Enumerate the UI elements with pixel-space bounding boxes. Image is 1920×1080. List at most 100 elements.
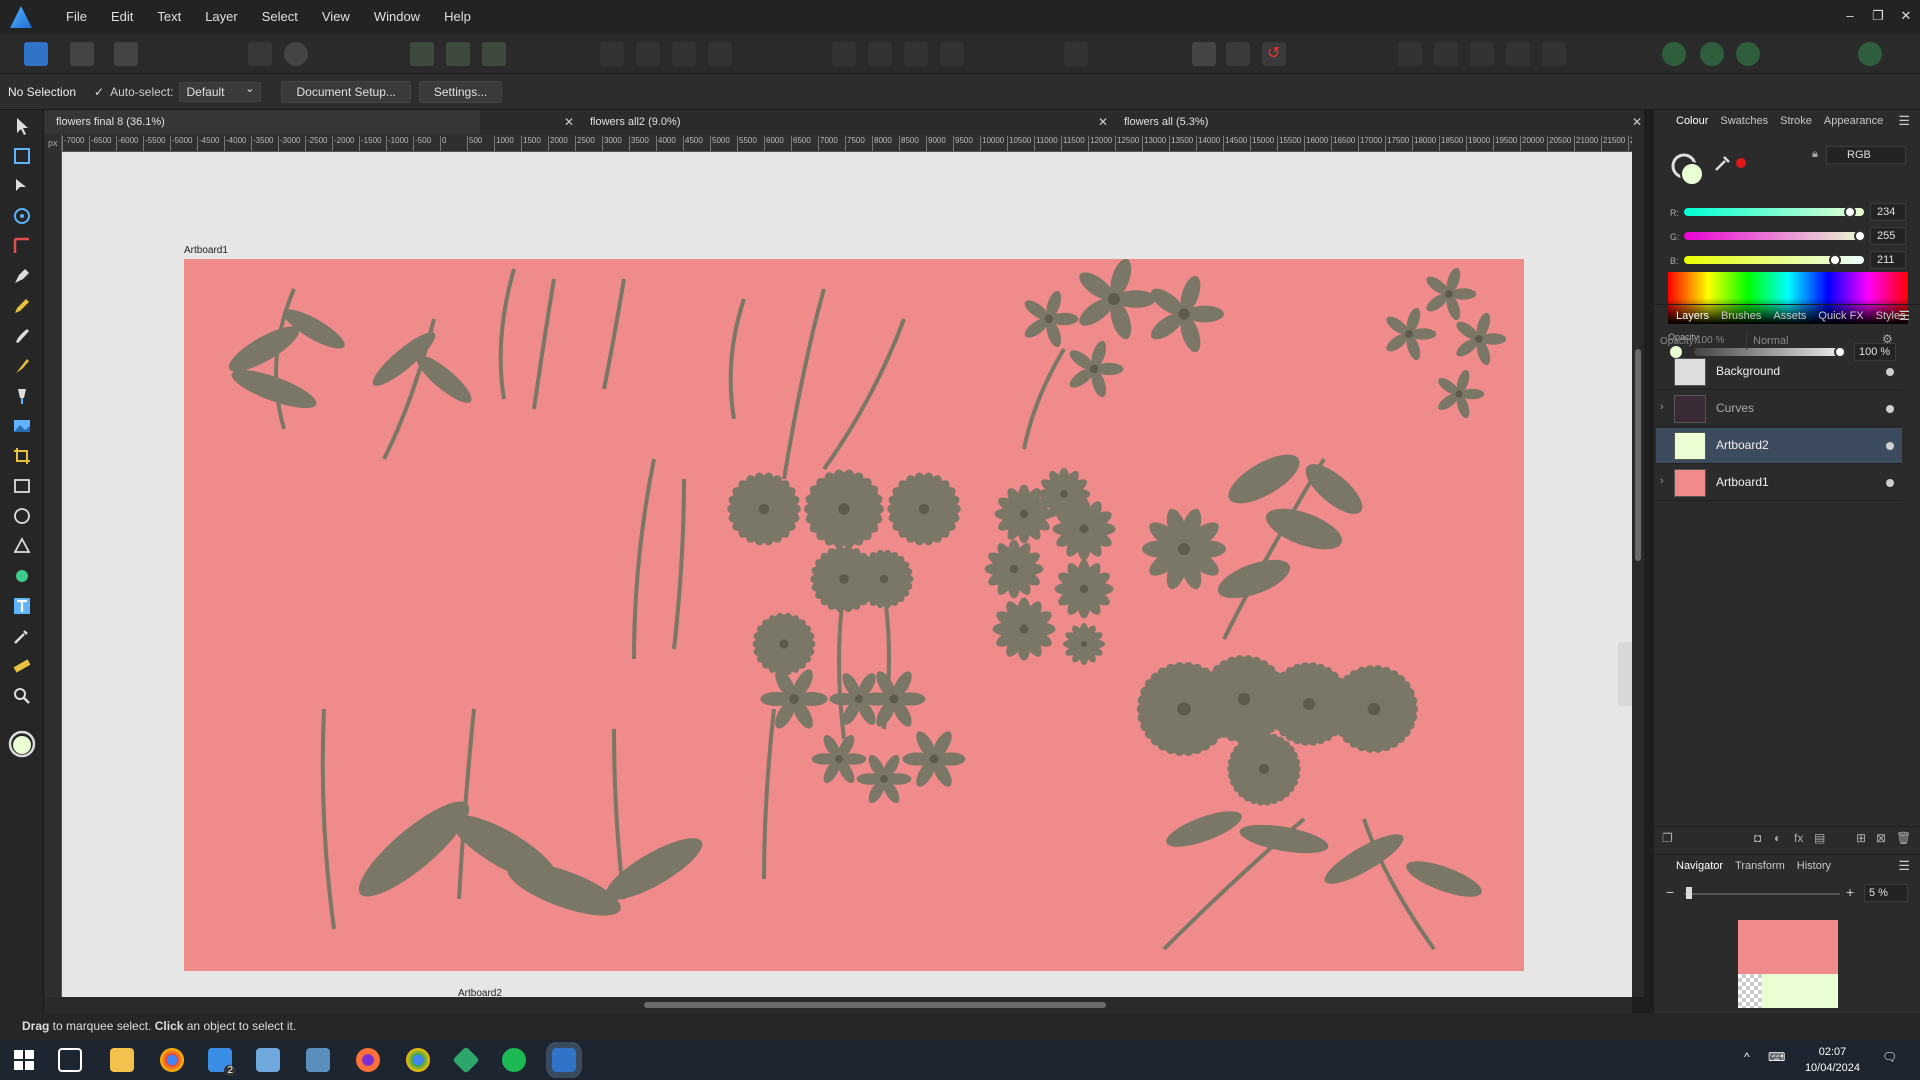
assistant-icon[interactable] <box>1662 42 1686 66</box>
flower[interactable] <box>1384 306 1437 361</box>
colour-mode-select[interactable]: RGB <box>1826 146 1906 164</box>
flower-stem[interactable] <box>602 278 626 390</box>
flower[interactable] <box>752 612 816 676</box>
align-left-icon[interactable] <box>832 42 856 66</box>
expand-icon[interactable]: › <box>1660 401 1664 413</box>
minimize-button[interactable]: – <box>1836 0 1864 34</box>
flower[interactable] <box>1226 732 1301 807</box>
flower[interactable] <box>1067 339 1124 399</box>
image-tool-icon[interactable] <box>12 416 32 436</box>
flower[interactable] <box>1329 664 1419 754</box>
file-explorer-icon[interactable] <box>110 1048 134 1072</box>
b-value-field[interactable]: 211 <box>1870 251 1906 269</box>
tab-colour[interactable]: Colour <box>1676 115 1708 127</box>
restore-button[interactable]: ❐ <box>1864 0 1892 34</box>
flower-stem[interactable] <box>672 478 686 650</box>
tab-layers[interactable]: Layers <box>1676 310 1709 322</box>
align-top-icon[interactable] <box>940 42 964 66</box>
document-menu-icon[interactable] <box>248 42 272 66</box>
layers-pages-icon[interactable]: ❐ <box>1662 831 1673 845</box>
flower[interactable] <box>1454 311 1507 366</box>
vector-brush-tool-icon[interactable] <box>12 326 32 346</box>
visibility-icon[interactable] <box>1886 479 1894 487</box>
flower-illustrations[interactable] <box>184 258 1524 971</box>
tab-brushes[interactable]: Brushes <box>1721 310 1761 322</box>
zoom-slider[interactable] <box>1684 887 1840 899</box>
layer-artboard2[interactable]: Artboard2 <box>1656 428 1902 464</box>
tab-stroke[interactable]: Stroke <box>1780 115 1812 127</box>
arrange-back-icon[interactable] <box>636 42 660 66</box>
flower[interactable] <box>1054 559 1114 619</box>
menu-edit[interactable]: Edit <box>99 0 145 34</box>
panel-menu-icon[interactable]: ☰ <box>1898 308 1910 324</box>
isolate-icon[interactable] <box>446 42 470 66</box>
text-tool-icon[interactable] <box>12 596 32 616</box>
leaf[interactable] <box>1162 804 1245 854</box>
tab-assets[interactable]: Assets <box>1773 310 1806 322</box>
boolean-subtract-icon[interactable] <box>1434 42 1458 66</box>
move-tool-icon[interactable] <box>12 116 32 136</box>
zoom-out-icon[interactable]: − <box>1666 884 1674 900</box>
flower[interactable] <box>1424 266 1477 321</box>
point-transform-tool-icon[interactable] <box>12 206 32 226</box>
zoom-tool-icon[interactable] <box>12 686 32 706</box>
lock-icon[interactable]: 🔒︎ <box>1812 148 1818 161</box>
pen-tool-icon[interactable] <box>12 266 32 286</box>
close-icon[interactable]: ✕ <box>1098 110 1108 134</box>
flower[interactable] <box>887 472 962 547</box>
auto-select-checkbox[interactable]: ✓ <box>94 85 104 99</box>
shape-tool-icon[interactable] <box>12 566 32 586</box>
preferences-icon[interactable] <box>1700 42 1724 66</box>
canvas[interactable]: Artboard1 Artboard2 <box>62 152 1632 997</box>
arrange-icon[interactable] <box>600 42 624 66</box>
studio-icon[interactable] <box>1736 42 1760 66</box>
tab-flowers-all[interactable]: flowers all (5.3%) <box>1112 110 1552 134</box>
g-slider-knob[interactable] <box>1854 230 1866 242</box>
paint-brush-tool-icon[interactable] <box>12 356 32 376</box>
flower-stem[interactable] <box>632 458 656 660</box>
flower[interactable] <box>760 666 828 731</box>
snap-icon[interactable] <box>410 42 434 66</box>
visibility-icon[interactable] <box>1886 405 1894 413</box>
layer-opacity-field[interactable]: 100 % <box>1696 332 1742 350</box>
trash-icon[interactable]: 🗑︎ <box>1896 831 1911 845</box>
group-icon[interactable]: ⊠ <box>1876 831 1886 845</box>
flower-stem[interactable] <box>822 318 906 471</box>
boolean-add-icon[interactable] <box>1398 42 1422 66</box>
flower[interactable] <box>1147 273 1224 354</box>
affinity-designer-task-icon[interactable] <box>546 1042 582 1078</box>
settings-button[interactable]: Settings... <box>418 80 503 103</box>
last-color-swatch[interactable] <box>1736 158 1746 168</box>
measure-tool-icon[interactable] <box>12 656 32 676</box>
flower[interactable] <box>1436 368 1485 419</box>
expand-icon[interactable]: › <box>1660 475 1664 487</box>
flower[interactable] <box>1075 258 1156 342</box>
tab-appearance[interactable]: Appearance <box>1824 115 1883 127</box>
boolean-xor-icon[interactable] <box>1506 42 1530 66</box>
flower-stem[interactable] <box>728 298 746 420</box>
b-slider[interactable] <box>1684 254 1864 266</box>
flower-stem[interactable] <box>320 708 336 930</box>
flower-stem[interactable] <box>532 278 556 410</box>
chrome-icon[interactable] <box>160 1048 184 1072</box>
live-filter-icon[interactable]: ▤ <box>1814 831 1825 845</box>
panel-menu-icon[interactable]: ☰ <box>1898 113 1910 129</box>
navigator-preview[interactable] <box>1738 920 1838 1008</box>
boolean-divide-icon[interactable] <box>1542 42 1566 66</box>
notepad-icon[interactable] <box>256 1048 280 1072</box>
zoom-field[interactable]: 5 % <box>1864 884 1908 902</box>
menu-select[interactable]: Select <box>250 0 310 34</box>
auto-select-dropdown[interactable]: Default <box>179 80 262 102</box>
triangle-tool-icon[interactable] <box>12 536 32 556</box>
flower-stem[interactable] <box>762 708 776 880</box>
pencil-tool-icon[interactable] <box>12 296 32 316</box>
fill-stroke-swatch-icon[interactable] <box>1670 152 1706 188</box>
flower[interactable] <box>1063 623 1105 665</box>
vertical-ruler[interactable] <box>44 134 62 997</box>
account-icon[interactable] <box>1858 42 1882 66</box>
vertical-scrollbar[interactable] <box>1632 134 1644 997</box>
leaf[interactable] <box>598 828 709 911</box>
layer-artboard1[interactable]: › Artboard1 <box>1656 465 1902 501</box>
tab-flowers-all2[interactable]: flowers all2 (9.0%) <box>578 110 1018 134</box>
chrome-icon-2[interactable] <box>406 1048 430 1072</box>
